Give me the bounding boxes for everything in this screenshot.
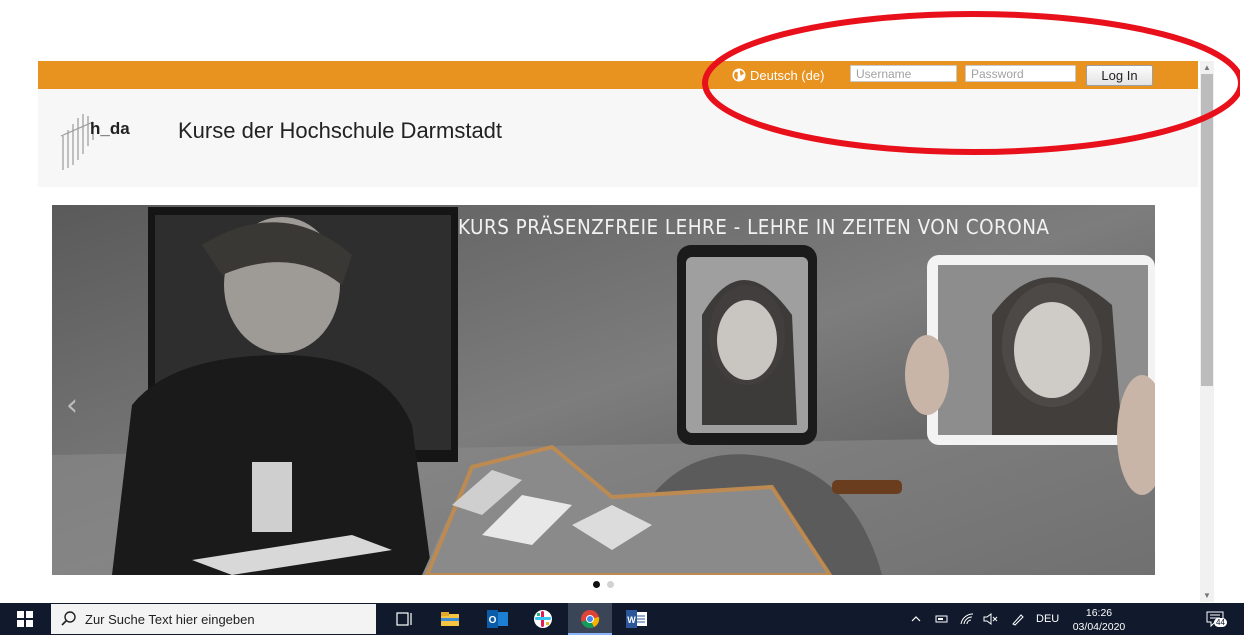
username-input[interactable] <box>850 65 957 82</box>
chrome-icon <box>581 610 600 628</box>
slack-icon <box>534 610 552 628</box>
pen-icon <box>1012 614 1024 626</box>
clock-date[interactable]: 03/04/2020 <box>1070 621 1128 633</box>
carousel-dot-2[interactable] <box>607 581 614 588</box>
language-label: Deutsch (de) <box>750 67 825 83</box>
input-language-indicator[interactable]: DEU <box>1036 613 1059 625</box>
taskbar-search[interactable]: Zur Suche Text hier eingeben <box>51 604 376 634</box>
password-input[interactable] <box>965 65 1076 82</box>
login-button[interactable]: Log In <box>1086 65 1153 86</box>
chevron-up-icon <box>911 616 921 622</box>
task-view-icon <box>396 612 412 626</box>
windows-start-icon <box>17 611 33 627</box>
search-placeholder: Zur Suche Text hier eingeben <box>85 611 255 627</box>
start-button[interactable] <box>0 603 50 635</box>
carousel-slide-image <box>52 205 1155 575</box>
tray-overflow-button[interactable] <box>906 603 926 635</box>
scrollbar-thumb[interactable] <box>1201 74 1213 386</box>
site-title[interactable]: Kurse der Hochschule Darmstadt <box>178 118 502 144</box>
notification-count-badge: 44 <box>1214 618 1227 627</box>
pen-button[interactable] <box>1008 603 1028 635</box>
svg-text:O: O <box>489 615 497 626</box>
file-explorer-icon <box>441 612 459 626</box>
file-explorer-button[interactable] <box>430 603 470 635</box>
word-icon: W <box>626 610 647 628</box>
battery-button[interactable] <box>932 603 952 635</box>
carousel-caption: KURS PRÄSENZFREIE LEHRE - LEHRE IN ZEITE… <box>458 215 1050 239</box>
carousel-dot-1[interactable] <box>593 581 600 588</box>
hda-logo[interactable]: h_da <box>57 110 152 170</box>
carousel-prev-button[interactable]: ‹ <box>66 388 84 424</box>
volume-button[interactable] <box>981 603 1001 635</box>
volume-muted-icon <box>983 613 998 625</box>
wifi-button[interactable] <box>957 603 977 635</box>
clock-time[interactable]: 16:26 <box>1077 607 1121 619</box>
slack-button[interactable] <box>523 603 563 635</box>
outlook-button[interactable]: O <box>478 603 518 635</box>
scroll-up-arrow-icon[interactable]: ▲ <box>1200 61 1214 74</box>
scroll-down-arrow-icon[interactable]: ▼ <box>1200 589 1214 602</box>
chrome-button[interactable] <box>568 603 612 635</box>
battery-icon <box>935 615 948 623</box>
logo-text: h_da <box>90 119 130 138</box>
image-carousel[interactable] <box>52 205 1155 575</box>
language-selector[interactable]: Deutsch (de) <box>732 67 824 83</box>
search-icon <box>61 611 76 626</box>
globe-icon <box>732 68 746 82</box>
svg-text:W: W <box>627 615 636 625</box>
wifi-icon <box>960 613 974 625</box>
notification-center-button[interactable]: 44 <box>1200 603 1230 635</box>
task-view-button[interactable] <box>385 603 425 635</box>
outlook-icon: O <box>487 610 508 628</box>
word-button[interactable]: W <box>617 603 657 635</box>
